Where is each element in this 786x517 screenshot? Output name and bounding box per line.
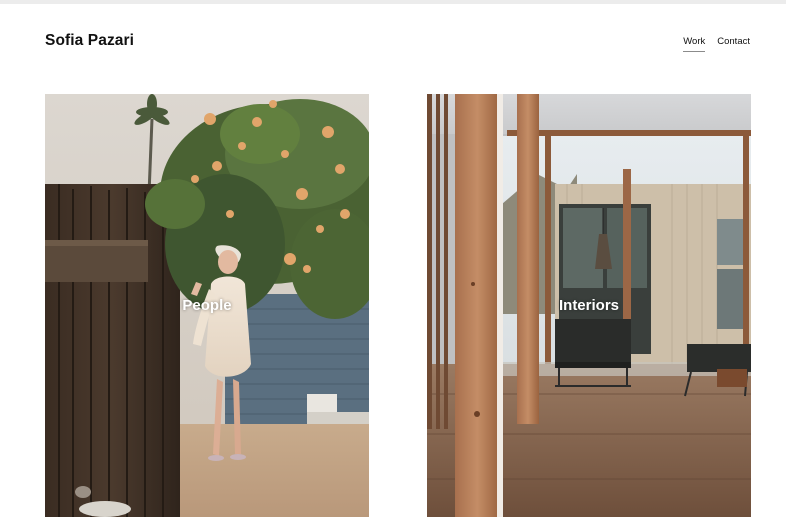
card-label-people: People — [182, 297, 232, 314]
top-border — [0, 0, 786, 4]
main-nav: Work Contact — [683, 36, 750, 52]
project-card-people[interactable]: People — [45, 94, 369, 517]
project-card-interiors[interactable]: Interiors — [427, 94, 751, 517]
card-label-interiors: Interiors — [558, 297, 619, 314]
nav-link-contact[interactable]: Contact — [717, 36, 750, 52]
nav-link-work[interactable]: Work — [683, 36, 706, 52]
site-brand[interactable]: Sofia Pazari — [45, 32, 134, 50]
